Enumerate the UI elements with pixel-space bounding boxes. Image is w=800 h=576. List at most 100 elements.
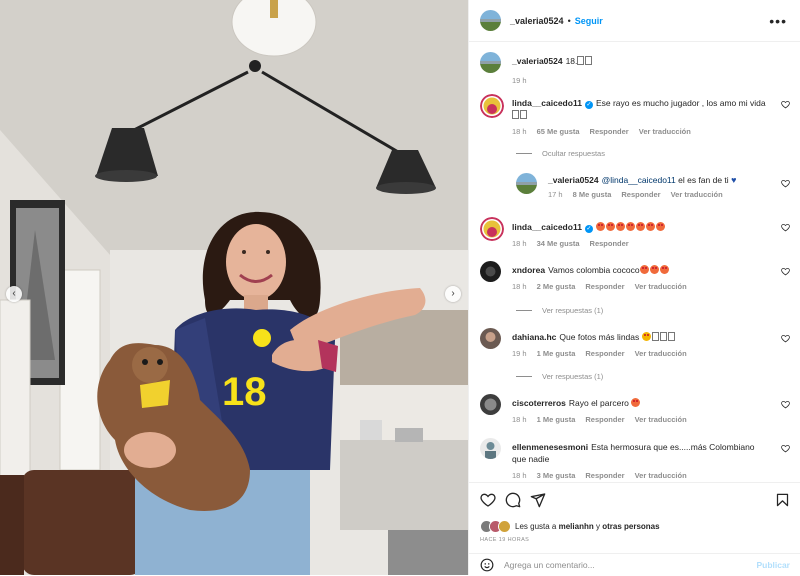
post-time-ago[interactable]: HACE 19 HORAS [480,537,529,543]
translate-link[interactable]: Ver traducción [635,415,687,424]
reply-like-icon[interactable] [781,179,790,188]
author-username[interactable]: _valeria0524 [510,16,564,26]
share-icon[interactable] [530,492,546,508]
heart-eyes-emoji-row [595,222,666,232]
reply-button[interactable]: Responder [590,127,629,136]
comment-likes[interactable]: 65 Me gusta [537,127,580,136]
reply-button[interactable]: Responder [585,415,624,424]
reply-text: el es fan de ti [678,175,729,185]
reply-button[interactable]: Responder [590,239,629,248]
liked-by-others[interactable]: otras personas [602,522,659,531]
comment-avatar[interactable] [480,328,501,349]
comment-time: 19 h [512,349,527,358]
post-actions [480,492,546,508]
comment-time: 18 h [512,415,527,424]
view-replies-button[interactable]: Ver respuestas (1) [516,372,603,381]
comment-likes[interactable]: 3 Me gusta [537,471,576,480]
hide-replies-button[interactable]: Ocultar respuestas [516,149,605,158]
caption-time: 19 h [512,76,527,85]
translate-link[interactable]: Ver traducción [635,471,687,480]
verified-badge-icon: ✓ [584,225,593,233]
comment-avatar[interactable] [480,394,501,415]
comment-like-icon[interactable] [781,267,790,276]
liked-by-conjunction: y [595,522,600,531]
comment-icon[interactable] [505,492,521,508]
emoji-icon[interactable] [480,558,494,572]
liker-avatar [498,520,511,533]
publish-button[interactable]: Publicar [756,560,790,570]
comment-avatar[interactable] [480,261,501,282]
reply-button[interactable]: Responder [585,349,624,358]
reply-button[interactable]: Responder [621,190,660,199]
save-icon[interactable] [775,492,790,508]
comment-likes[interactable]: 2 Me gusta [537,282,576,291]
chevron-left-icon: ‹ [12,288,16,299]
view-replies-button[interactable]: Ver respuestas (1) [516,306,603,315]
translate-link[interactable]: Ver traducción [635,349,687,358]
comment-username[interactable]: ellenmenesesmoni [512,442,588,452]
comment-like-icon[interactable] [781,334,790,343]
comment-text: Vamos colombia cococo [548,265,640,275]
photo-scene: 18 [0,0,468,575]
comment-time: 18 h [512,239,527,248]
caption-text: 18. [565,56,578,66]
comment-text: Ese rayo es mucho jugador , los amo mi v… [595,98,766,108]
chevron-right-icon: › [451,288,455,299]
comment-username[interactable]: dahiana.hc [512,332,556,342]
comment-like-icon[interactable] [781,223,790,232]
caption-avatar[interactable] [480,52,501,73]
author-avatar[interactable] [480,10,501,31]
view-replies-label: Ver respuestas (1) [542,306,604,315]
post-side-panel: _valeria0524 • Seguir ••• _valeria0524 18… [468,0,800,575]
header-separator: • [567,15,571,26]
comment-avatar[interactable] [480,217,504,241]
liked-by: Les gusta a melianhn y otras personas [480,520,660,533]
post-photo[interactable]: 18 ‹ › [0,0,468,575]
next-photo-button[interactable]: › [445,286,461,302]
translate-link[interactable]: Ver traducción [635,282,687,291]
comment-username[interactable]: xndorea [512,265,545,275]
comment-avatar[interactable] [480,438,501,459]
reply-button[interactable]: Responder [585,282,624,291]
jersey-number: 18 [222,370,267,414]
comment-username[interactable]: ciscoterreros [512,398,566,408]
liked-by-user[interactable]: melianhn [559,522,594,531]
comment-likes[interactable]: 1 Me gusta [537,415,576,424]
comment-like-icon[interactable] [781,444,790,453]
comment-text: Rayo el parcero [568,398,629,408]
comment-username[interactable]: linda__caicedo11 [512,98,582,108]
hide-replies-label: Ocultar respuestas [542,149,605,158]
comment-time: 18 h [512,471,527,480]
view-replies-label: Ver respuestas (1) [542,372,604,381]
comment-like-icon[interactable] [781,100,790,109]
more-options-icon[interactable]: ••• [769,13,787,29]
reply-avatar[interactable] [516,173,537,194]
translate-link[interactable]: Ver traducción [671,190,723,199]
previous-photo-button[interactable]: ‹ [6,286,22,302]
comment-like-icon[interactable] [781,400,790,409]
comment-username[interactable]: linda__caicedo11 [512,222,582,232]
post-footer: Les gusta a melianhn y otras personas HA… [469,482,800,575]
follow-button[interactable]: Seguir [575,16,603,26]
blue-heart-icon: ♥ [731,175,737,185]
comment-input[interactable] [504,560,734,570]
comments-list[interactable]: _valeria0524 18. 19 h linda__caicedo11 ✓ Es… [469,42,800,482]
like-icon[interactable] [480,492,496,508]
comment-time: 18 h [512,127,527,136]
liked-by-avatars [480,520,511,533]
reply-button[interactable]: Responder [585,471,624,480]
comment-text: Que fotos más lindas [559,332,640,342]
reply-username[interactable]: _valeria0524 [548,175,599,185]
comment-likes[interactable]: 34 Me gusta [537,239,580,248]
comment-time: 18 h [512,282,527,291]
reply-mention[interactable]: @linda__caicedo11 [602,175,676,185]
comment-likes[interactable]: 1 Me gusta [537,349,576,358]
translate-link[interactable]: Ver traducción [639,127,691,136]
reply-time: 17 h [548,190,563,199]
caption-username[interactable]: _valeria0524 [512,56,563,66]
reply-likes[interactable]: 8 Me gusta [573,190,612,199]
comment-avatar[interactable] [480,94,504,118]
post-header: _valeria0524 • Seguir ••• [469,0,800,42]
post-modal: 18 ‹ › _valeria0524 • Seguir ••• _valeri… [0,0,800,575]
add-comment-bar: Publicar [469,553,800,576]
